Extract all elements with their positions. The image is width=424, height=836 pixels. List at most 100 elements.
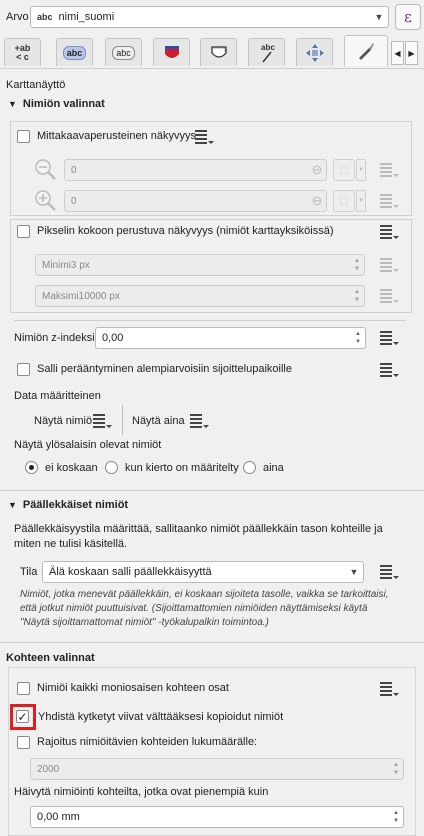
data-defined-label: Data määritteinen <box>14 390 101 402</box>
max-scale-value: 0 <box>71 195 77 207</box>
min-scale-data-defined-button[interactable] <box>378 159 400 181</box>
data-defined-icon <box>380 565 399 579</box>
show-label-data-defined-button[interactable] <box>91 410 113 432</box>
tab-callouts[interactable]: abc <box>248 38 285 66</box>
limit-features-spinbox[interactable]: 2000 ▲ ▼ <box>30 758 404 780</box>
upside-down-label: Näytä ylösalaisin olevat nimiöt <box>14 439 162 451</box>
min-pixel-data-defined-button[interactable] <box>378 254 400 276</box>
overlap-mode-label: Tila <box>20 566 38 578</box>
expression-button[interactable]: ε <box>395 4 421 30</box>
always-show-data-defined-button[interactable] <box>188 410 210 432</box>
chevron-down-icon: ▼ <box>358 198 364 204</box>
page-title: Karttanäyttö <box>6 79 66 91</box>
allow-degraded-label: Salli perääntyminen alempiarvoisiin sijo… <box>37 363 292 375</box>
label-options-title: Nimiön valinnat <box>22 98 105 110</box>
min-scale-menu-button[interactable]: ▼ <box>356 159 366 181</box>
scale-visibility-label: Mittakaavaperusteinen näkyvyys <box>37 130 196 142</box>
suppress-spinbox[interactable]: 0,00 mm ▲ ▼ <box>30 806 404 828</box>
text-tab-icon: +ab < c <box>14 42 31 62</box>
field-value-select[interactable]: abc nimi_suomi ▼ <box>30 6 389 28</box>
tab-rendering[interactable] <box>344 35 388 66</box>
label-every-part-checkbox[interactable] <box>17 682 30 695</box>
tab-bar: +ab < c abc abc abc ◀ ▶ <box>0 35 424 69</box>
allow-degraded-data-defined-button[interactable] <box>378 359 400 381</box>
vertical-divider <box>122 405 123 435</box>
map-canvas-icon: ⬚ <box>339 164 349 176</box>
z-index-data-defined-button[interactable] <box>378 327 400 349</box>
label-every-part-label: Nimiöi kaikki moniosaisen kohteen osat <box>37 682 229 694</box>
min-scale-value: 0 <box>71 164 77 176</box>
field-type-badge: abc <box>37 12 53 22</box>
rendering-tab-icon <box>359 43 374 60</box>
min-pixel-value: Minimi3 px <box>42 259 90 271</box>
divider <box>0 642 424 643</box>
upside-always-radio[interactable] <box>243 461 256 474</box>
tab-placement[interactable] <box>296 38 333 66</box>
max-scale-data-defined-button[interactable] <box>378 190 400 212</box>
formatting-tab-icon: abc <box>62 45 87 60</box>
chevron-down-icon: ▼ <box>349 567 359 577</box>
allow-degraded-checkbox[interactable] <box>17 363 30 376</box>
suppress-value: 0,00 mm <box>37 811 80 823</box>
max-pixel-spinbox[interactable]: Maksimi10000 px ▲ ▼ <box>35 285 365 307</box>
field-value-text: nimi_suomi <box>58 11 115 23</box>
label-options-header[interactable]: ▼ Nimiön valinnat <box>8 98 105 110</box>
limit-features-value: 2000 <box>37 763 60 775</box>
feature-options-header: Kohteen valinnat <box>6 652 95 664</box>
scale-visibility-checkbox[interactable] <box>17 130 30 143</box>
show-label-label: Näytä nimiö <box>34 415 93 427</box>
z-index-spinbox[interactable]: 0,00 ▲ ▼ <box>95 327 366 349</box>
chevron-down-icon: ▼ <box>374 12 384 22</box>
tab-shadow[interactable] <box>200 38 237 66</box>
upside-never-radio[interactable] <box>25 461 38 474</box>
data-defined-icon <box>195 130 214 144</box>
data-defined-icon <box>380 289 399 303</box>
pixel-size-label: Pikselin kokoon perustuva näkyvyys (nimi… <box>37 225 334 237</box>
min-scale-combo[interactable]: 0 ⊖ <box>64 159 327 181</box>
data-defined-icon <box>380 194 399 208</box>
overlap-title: Päällekkäiset nimiöt <box>22 499 129 511</box>
pixel-size-checkbox[interactable] <box>17 225 30 238</box>
overlap-mode-data-defined-button[interactable] <box>378 561 400 583</box>
tab-background[interactable] <box>153 38 190 66</box>
max-scale-menu-button[interactable]: ▼ <box>356 190 366 212</box>
tab-text[interactable]: +ab < c <box>4 38 41 66</box>
clear-icon: ⊖ <box>311 162 323 177</box>
max-pixel-data-defined-button[interactable] <box>378 285 400 307</box>
limit-features-label: Rajoitus nimiöitävien kohteiden lukumäär… <box>37 736 258 748</box>
limit-features-checkbox[interactable] <box>17 736 30 749</box>
spin-arrows-icon: ▲ ▼ <box>354 289 360 303</box>
tab-formatting[interactable]: abc <box>56 38 93 66</box>
merge-lines-checkbox[interactable]: ✓ <box>16 710 29 723</box>
scale-visibility-data-defined-button[interactable] <box>193 126 215 148</box>
divider <box>14 320 406 321</box>
max-scale-map-button[interactable]: ⬚ <box>333 190 355 212</box>
pixel-size-data-defined-button[interactable] <box>378 221 400 243</box>
spin-arrows-icon: ▲ ▼ <box>354 258 360 272</box>
placement-tab-icon <box>305 43 324 62</box>
data-defined-icon <box>380 258 399 272</box>
spin-arrows-icon: ▲ ▼ <box>355 331 361 345</box>
min-scale-map-button[interactable]: ⬚ <box>333 159 355 181</box>
overlap-header[interactable]: ▼ Päällekkäiset nimiöt <box>8 499 128 511</box>
overlap-mode-value: Älä koskaan salli päällekkäisyyttä <box>49 566 212 578</box>
max-scale-combo[interactable]: 0 ⊖ <box>64 190 327 212</box>
tab-scroll-right-button[interactable]: ▶ <box>405 41 418 65</box>
data-defined-icon <box>93 414 112 428</box>
chevron-left-icon: ◀ <box>394 48 401 58</box>
min-pixel-spinbox[interactable]: Minimi3 px ▲ ▼ <box>35 254 365 276</box>
zoom-in-icon <box>35 190 56 211</box>
data-defined-icon <box>190 414 209 428</box>
overlap-mode-select[interactable]: Älä koskaan salli päällekkäisyyttä ▼ <box>42 561 364 583</box>
upside-rotation-radio[interactable] <box>105 461 118 474</box>
label-every-part-data-defined-button[interactable] <box>378 678 400 700</box>
tab-scroll-left-button[interactable]: ◀ <box>391 41 404 65</box>
checkmark-icon: ✓ <box>17 709 28 724</box>
zoom-out-icon <box>35 159 56 180</box>
clear-icon: ⊖ <box>311 193 323 208</box>
upside-always-label: aina <box>263 462 284 474</box>
tab-buffer[interactable]: abc <box>105 38 142 66</box>
overlap-note: Nimiöt, jotka menevät päällekkäin, ei ko… <box>20 589 389 628</box>
expression-icon: ε <box>404 8 412 26</box>
z-index-value: 0,00 <box>102 332 124 344</box>
